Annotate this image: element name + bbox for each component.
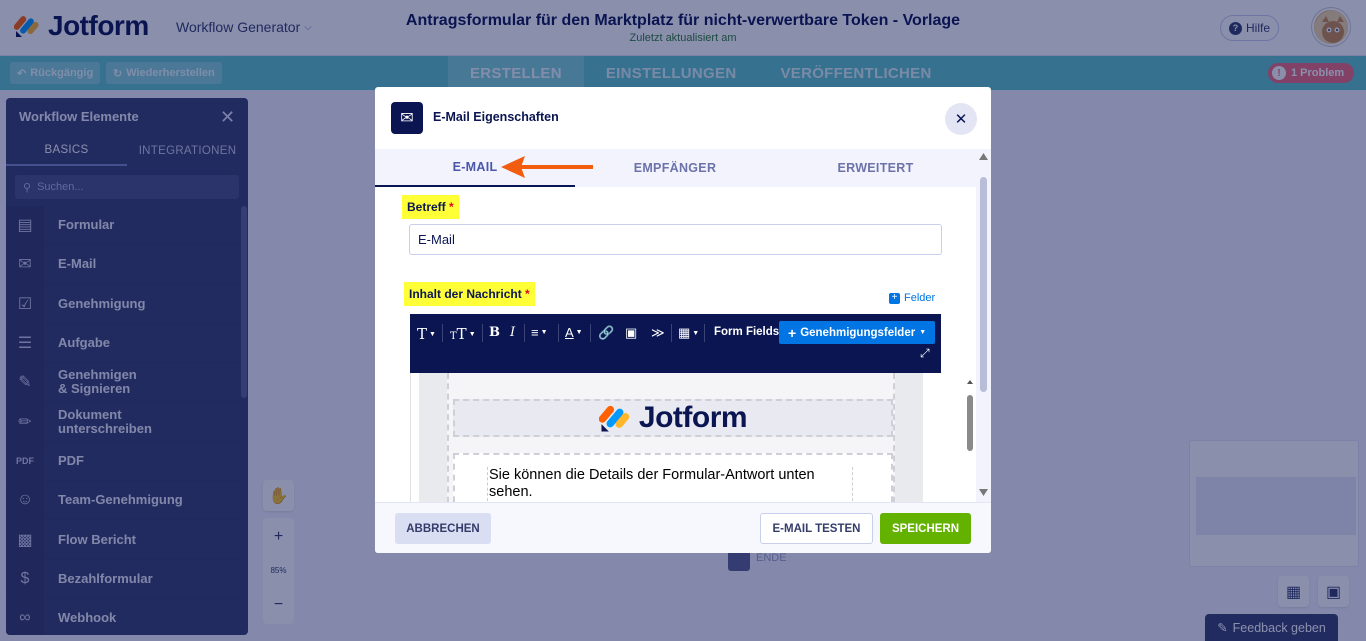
rich-text-toolbar: T ▼ TT ▼ B I ≡ ▼ A ▼ 🔗 ▣ ≫ ▦ ▼ Form Fields + …: [410, 314, 941, 373]
required-mark: *: [525, 287, 530, 301]
dialog-title: E-Mail Eigenschaften: [433, 110, 559, 124]
table-button[interactable]: ▦ ▼: [678, 325, 699, 341]
form-fields-button[interactable]: Form Fields: [714, 326, 779, 338]
email-template-frame: Jotform Sie können die Details der Formu…: [419, 373, 923, 502]
message-editor[interactable]: Jotform Sie können die Details der Formu…: [410, 373, 973, 502]
toolbar-divider: [524, 324, 525, 342]
approval-fields-button[interactable]: + Genehmigungsfelder ▼: [779, 321, 936, 344]
text-color-button[interactable]: A ▼: [565, 325, 583, 340]
toolbar-divider: [482, 324, 483, 342]
text-color-icon: A: [565, 325, 574, 340]
italic-button[interactable]: I: [510, 325, 515, 340]
test-email-button[interactable]: E-MAIL TESTEN: [760, 513, 873, 544]
dialog-tabs: E-MAIL EMPFÄNGER ERWEITERT: [375, 149, 976, 187]
cancel-button[interactable]: ABBRECHEN: [395, 513, 491, 544]
bold-button[interactable]: B: [489, 325, 500, 340]
plus-icon: +: [889, 292, 900, 304]
chevron-down-icon: ▼: [919, 329, 927, 336]
annotation-arrow-icon: [501, 156, 593, 178]
message-label-text: Inhalt der Nachricht: [409, 287, 522, 301]
align-left-icon: ≡: [531, 325, 539, 340]
image-icon: ▣: [625, 325, 638, 340]
tab-recipients[interactable]: EMPFÄNGER: [575, 149, 775, 187]
text-size-icon: TT: [450, 325, 467, 343]
scroll-up-icon: [979, 153, 988, 160]
jotform-logo-icon: [598, 405, 630, 432]
email-logo-block: Jotform: [453, 399, 893, 437]
email-template-body: Jotform Sie können die Details der Formu…: [447, 373, 895, 502]
subject-label-text: Betreff: [407, 200, 446, 214]
fields-link[interactable]: + Felder: [889, 292, 935, 304]
toolbar-divider: [558, 324, 559, 342]
table-icon: ▦: [678, 325, 691, 340]
link-button[interactable]: 🔗: [598, 325, 614, 341]
required-mark: *: [449, 200, 454, 214]
bold-icon: B: [489, 325, 500, 340]
close-icon: ✕: [954, 111, 968, 128]
font-size-button[interactable]: TT ▼: [450, 325, 476, 343]
align-button[interactable]: ≡ ▼: [531, 325, 548, 340]
email-icon: ✉: [391, 102, 423, 134]
toolbar-divider: [442, 324, 443, 342]
toolbar-divider: [671, 324, 672, 342]
email-content-block: Sie können die Details der Formular-Antw…: [453, 453, 893, 502]
scroll-down-icon: [979, 489, 988, 496]
scrollbar-thumb[interactable]: [980, 177, 987, 392]
italic-icon: I: [510, 325, 516, 340]
subject-label: Betreff *: [402, 195, 459, 219]
dialog-scrollbar[interactable]: [976, 149, 991, 502]
font-family-button[interactable]: T ▼: [417, 325, 436, 343]
fullscreen-button[interactable]: ⤢: [920, 346, 930, 361]
subject-input[interactable]: [409, 224, 942, 255]
code-button[interactable]: ≫: [651, 325, 665, 341]
toolbar-divider: [590, 324, 591, 342]
link-icon: 🔗: [598, 325, 615, 340]
code-icon: ≫: [651, 325, 665, 340]
image-button[interactable]: ▣: [625, 325, 637, 341]
message-label: Inhalt der Nachricht *: [404, 282, 535, 306]
text-icon: T: [417, 325, 428, 343]
save-button[interactable]: SPEICHERN: [880, 513, 971, 544]
email-logo-text: Jotform: [638, 401, 748, 434]
editor-scrollbar[interactable]: [966, 379, 974, 499]
approval-fields-label: Genehmigungsfelder: [800, 326, 916, 339]
dialog-header: ✉ E-Mail Eigenschaften ✕: [375, 87, 991, 149]
expand-icon: ⤢: [920, 346, 930, 360]
toolbar-divider: [704, 324, 705, 342]
close-button[interactable]: ✕: [945, 103, 977, 135]
email-body-text[interactable]: Sie können die Details der Formular-Antw…: [487, 467, 853, 501]
tab-advanced[interactable]: ERWEITERT: [775, 149, 976, 187]
email-properties-dialog: ✉ E-Mail Eigenschaften ✕ E-MAIL EMPFÄNGE…: [375, 87, 991, 553]
dialog-body: Betreff * Inhalt der Nachricht * T▼ TT▼ …: [375, 187, 976, 502]
dialog-footer: ABBRECHEN E-MAIL TESTEN SPEICHERN: [375, 502, 991, 553]
fields-link-label: Felder: [904, 292, 936, 304]
plus-icon: +: [788, 324, 797, 341]
